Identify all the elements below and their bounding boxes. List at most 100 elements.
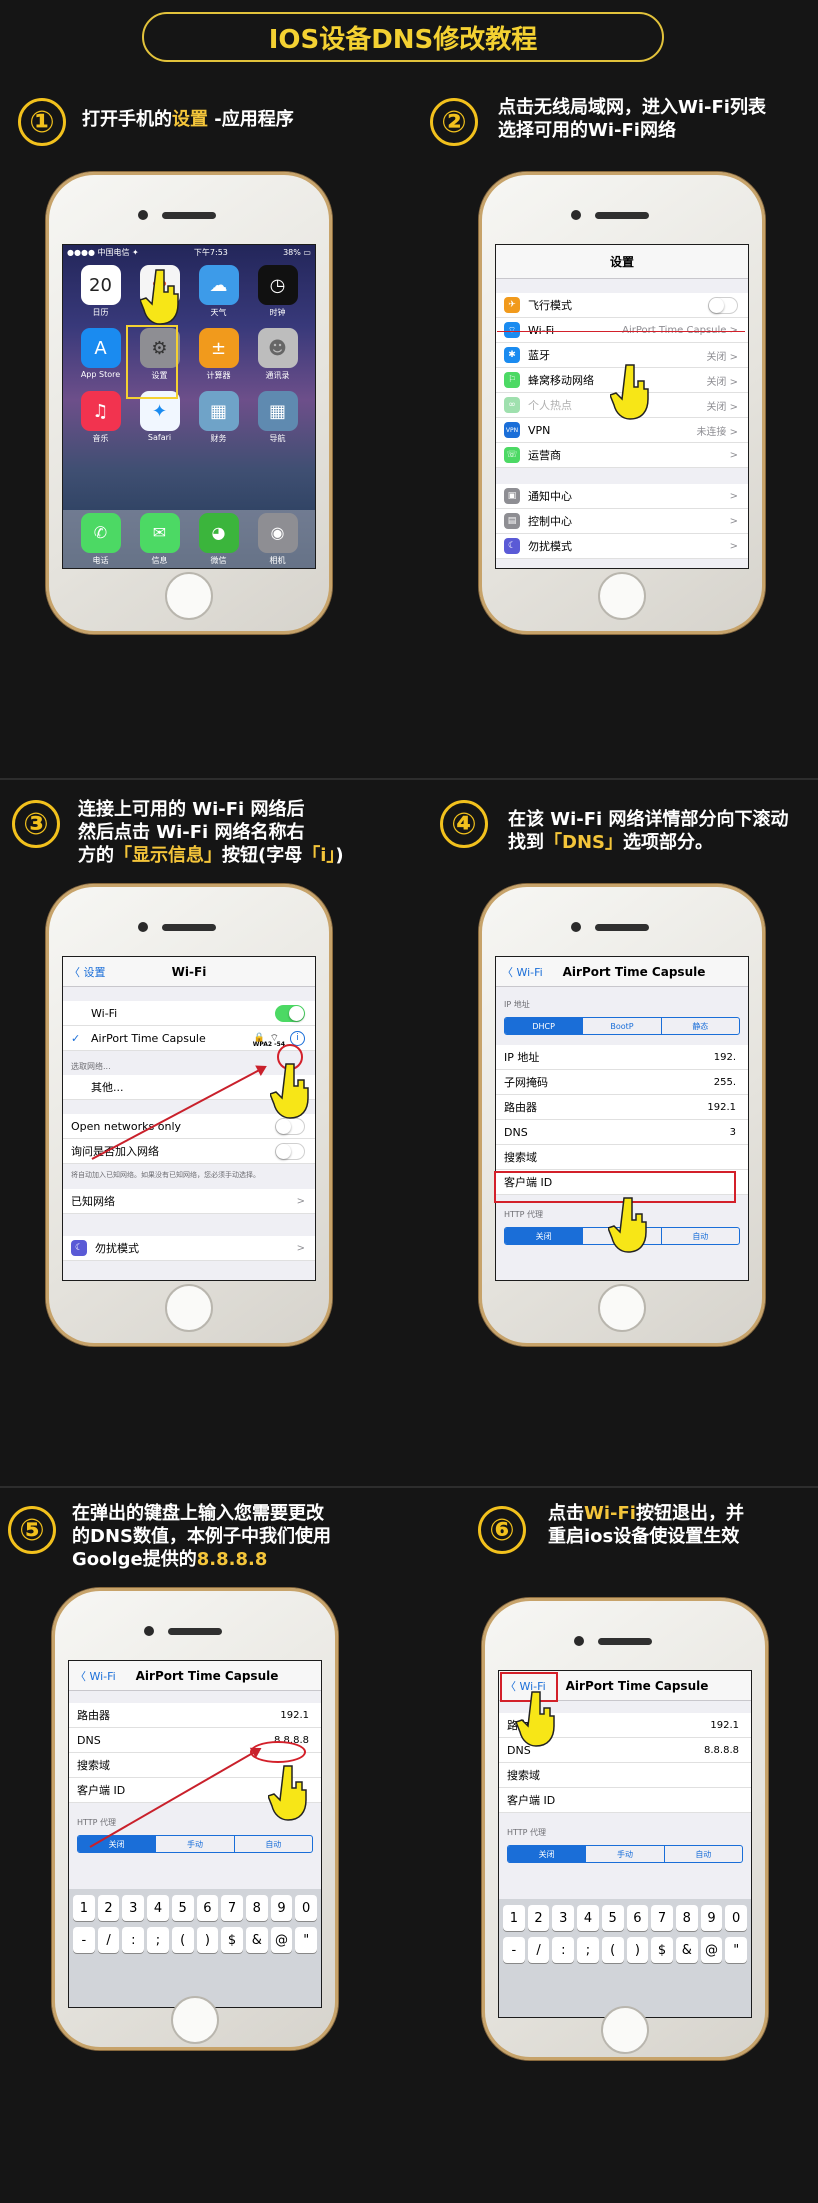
key[interactable]: " — [725, 1937, 748, 1963]
key[interactable]: 3 — [122, 1895, 145, 1921]
wifi-toggle[interactable] — [275, 1004, 305, 1022]
key[interactable]: ( — [171, 1927, 194, 1953]
seg-off[interactable]: 关闭 — [78, 1836, 157, 1852]
key[interactable]: 4 — [147, 1895, 169, 1921]
dock-app-3[interactable]: ◉ 相机 — [257, 512, 298, 566]
info-row-1[interactable]: 子网掩码 255. — [496, 1070, 748, 1095]
key[interactable]: 2 — [97, 1895, 120, 1921]
app-3[interactable]: ◷ 时钟 — [248, 265, 307, 318]
key[interactable]: & — [245, 1927, 268, 1953]
key[interactable]: / — [527, 1937, 550, 1963]
settings-row-rows-6[interactable]: ☏ 运营商 > — [496, 443, 748, 468]
seg-auto[interactable]: 自动 — [662, 1228, 739, 1244]
info-row-label: 搜索域 — [507, 1769, 540, 1782]
info-row-2[interactable]: 路由器 192.1 — [496, 1095, 748, 1120]
key[interactable]: ( — [601, 1937, 624, 1963]
ask-join-toggle[interactable] — [275, 1142, 305, 1160]
home-button[interactable] — [598, 572, 646, 620]
settings-row-label: 蜂窝移动网络 — [528, 374, 594, 387]
key[interactable]: $ — [651, 1937, 673, 1963]
info-row-3[interactable]: DNS 3 — [496, 1120, 748, 1145]
key[interactable]: 1 — [73, 1895, 95, 1921]
info-row-0[interactable]: IP 地址 192. — [496, 1045, 748, 1070]
key[interactable]: & — [675, 1937, 698, 1963]
key[interactable]: 5 — [171, 1895, 194, 1921]
key[interactable]: 9 — [700, 1905, 723, 1931]
home-button[interactable] — [165, 1284, 213, 1332]
key[interactable]: 7 — [221, 1895, 243, 1921]
app-2[interactable]: ☁ 天气 — [189, 265, 248, 318]
key[interactable]: 0 — [295, 1895, 318, 1921]
key[interactable]: @ — [700, 1937, 723, 1963]
info-row-4[interactable]: 搜索域 — [496, 1145, 748, 1170]
key[interactable]: ) — [626, 1937, 649, 1963]
info-row-value: 192.1 — [707, 1101, 736, 1113]
seg-manual[interactable]: 手动 — [586, 1846, 665, 1862]
key[interactable]: : — [552, 1937, 575, 1963]
app-7[interactable]: ☻ 通讯录 — [248, 328, 307, 381]
key[interactable]: 8 — [675, 1905, 698, 1931]
seg-dhcp[interactable]: DHCP — [505, 1018, 584, 1034]
known-networks-row[interactable]: 已知网络 > — [63, 1189, 315, 1214]
seg-manual[interactable]: 手动 — [156, 1836, 235, 1852]
seg-bootp[interactable]: BootP — [583, 1018, 662, 1034]
info-row-0[interactable]: 路由器 192.1 — [69, 1703, 321, 1728]
dock-app-0[interactable]: ✆ 电话 — [80, 512, 121, 566]
key[interactable]: - — [73, 1927, 95, 1953]
dnd-row[interactable]: ☾ 勿扰模式 > — [63, 1236, 315, 1261]
app-10[interactable]: ▦ 财务 — [189, 391, 248, 444]
key[interactable]: ; — [147, 1927, 169, 1953]
app-11[interactable]: ▦ 导航 — [248, 391, 307, 444]
app-6[interactable]: ± 计算器 — [189, 328, 248, 381]
seg-off[interactable]: 关闭 — [508, 1846, 587, 1862]
back-button[interactable]: 〈 设置 — [69, 964, 106, 980]
seg-auto[interactable]: 自动 — [665, 1846, 742, 1862]
info-row-value: 192.1 — [710, 1719, 739, 1731]
settings-row-rows-0[interactable]: ✈ 飞行模式 — [496, 293, 748, 318]
http-proxy-segment[interactable]: 关闭 手动 自动 — [507, 1845, 743, 1863]
app-0[interactable]: 20 日历 — [71, 265, 130, 318]
key[interactable]: ; — [577, 1937, 599, 1963]
airplane-toggle[interactable] — [708, 296, 738, 314]
dock-app-2[interactable]: ◕ 微信 — [198, 512, 239, 566]
key[interactable]: 8 — [245, 1895, 268, 1921]
home-button[interactable] — [601, 2006, 649, 2054]
info-row-label: DNS — [504, 1125, 528, 1139]
info-row-2[interactable]: 搜索域 — [499, 1763, 751, 1788]
key[interactable]: $ — [221, 1927, 243, 1953]
http-proxy-segment[interactable]: 关闭 手动 自动 — [77, 1835, 313, 1853]
key[interactable]: : — [122, 1927, 145, 1953]
key[interactable]: 6 — [196, 1895, 219, 1921]
key[interactable]: ) — [196, 1927, 219, 1953]
app-4[interactable]: A App Store — [71, 328, 130, 381]
key[interactable]: / — [97, 1927, 120, 1953]
settings-row-rows2-0[interactable]: ▣ 通知中心 > — [496, 484, 748, 509]
dock-app-1[interactable]: ✉ 信息 — [139, 512, 180, 566]
key[interactable]: 9 — [270, 1895, 293, 1921]
key[interactable]: 7 — [651, 1905, 673, 1931]
home-button[interactable] — [165, 572, 213, 620]
app-8[interactable]: ♫ 音乐 — [71, 391, 130, 444]
seg-auto[interactable]: 自动 — [235, 1836, 312, 1852]
home-button[interactable] — [171, 1996, 219, 2044]
key[interactable]: @ — [270, 1927, 293, 1953]
key[interactable]: 5 — [601, 1905, 624, 1931]
home-button[interactable] — [598, 1284, 646, 1332]
key[interactable]: 3 — [552, 1905, 575, 1931]
key[interactable]: 0 — [725, 1905, 748, 1931]
key[interactable]: 4 — [577, 1905, 599, 1931]
back-button[interactable]: 〈 Wi-Fi — [75, 1668, 116, 1684]
key[interactable]: - — [503, 1937, 525, 1963]
back-button[interactable]: 〈 Wi-Fi — [502, 964, 543, 980]
key[interactable]: 2 — [527, 1905, 550, 1931]
key[interactable]: 6 — [626, 1905, 649, 1931]
seg-off[interactable]: 关闭 — [505, 1228, 584, 1244]
settings-row-rows2-1[interactable]: ▤ 控制中心 > — [496, 509, 748, 534]
seg-static[interactable]: 静态 — [662, 1018, 739, 1034]
key[interactable]: " — [295, 1927, 318, 1953]
key[interactable]: 1 — [503, 1905, 525, 1931]
settings-row-rows2-2[interactable]: ☾ 勿扰模式 > — [496, 534, 748, 559]
network-row[interactable]: ✓ AirPort Time Capsule 🔒 ⌔ WPA2 -54 i — [63, 1026, 315, 1051]
info-row-3[interactable]: 客户端 ID — [499, 1788, 751, 1813]
ip-mode-segment[interactable]: DHCP BootP 静态 — [504, 1017, 740, 1035]
